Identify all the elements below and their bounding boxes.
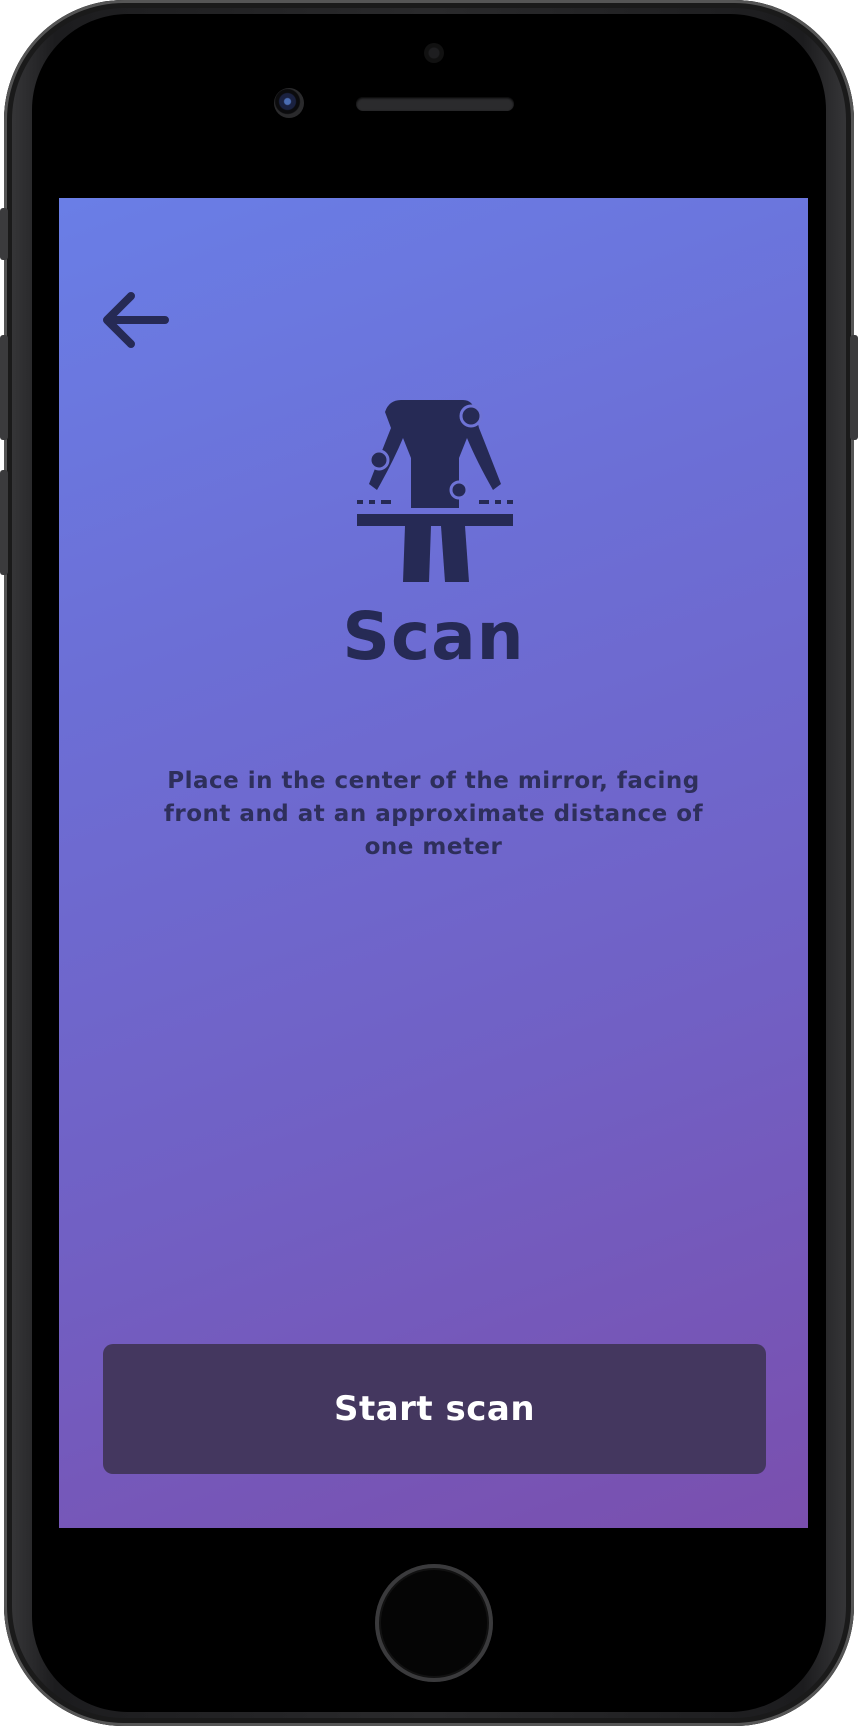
silent-switch	[0, 208, 8, 260]
back-button[interactable]	[99, 290, 173, 350]
front-camera	[274, 88, 304, 118]
volume-down-button	[0, 470, 8, 575]
phone-frame: Scan Place in the center of the mirror, …	[0, 0, 858, 1726]
start-scan-button[interactable]: Start scan	[103, 1344, 766, 1474]
proximity-sensor	[424, 43, 444, 63]
power-button	[850, 335, 858, 440]
earpiece-speaker	[356, 97, 514, 111]
page-title: Scan	[342, 598, 525, 675]
app-screen: Scan Place in the center of the mirror, …	[59, 198, 808, 1528]
instructions-text: Place in the center of the mirror, facin…	[163, 768, 704, 860]
arrow-left-icon	[103, 292, 169, 348]
body-scan-icon	[357, 400, 513, 582]
volume-up-button	[0, 335, 8, 440]
home-button[interactable]	[375, 1564, 493, 1682]
